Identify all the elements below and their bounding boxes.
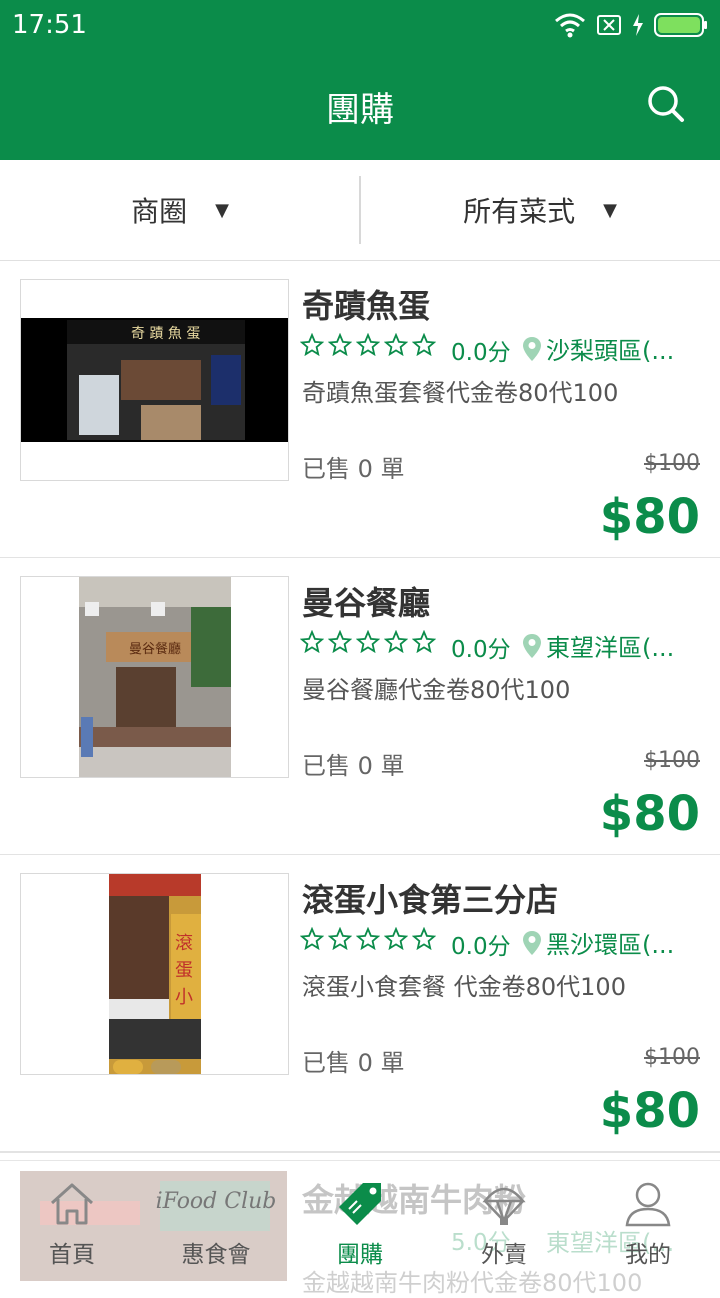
location-pin-icon: [523, 336, 541, 361]
home-icon: [50, 1183, 94, 1225]
deal-price: $80: [599, 786, 700, 842]
star-icon: [328, 927, 352, 951]
star-icon: [300, 630, 324, 654]
sold-count: 已售 0 單: [302, 455, 405, 483]
page-title: 團購: [326, 90, 394, 130]
no-sim-icon: [597, 15, 621, 35]
deal-card[interactable]: 滾 蛋 小 滾蛋小食第三分店 0.0分 黑沙環區(... 滾蛋小食套餐 代金卷8…: [0, 855, 720, 1153]
original-price: $100: [644, 748, 700, 773]
deal-name: 滾蛋小食第三分店: [302, 881, 559, 919]
status-bar: 17:51: [0, 0, 720, 50]
deal-district: 東望洋區(...: [546, 634, 675, 662]
delivery-icon: [482, 1187, 526, 1225]
star-icon: [356, 333, 380, 357]
deal-card[interactable]: 曼谷餐廳 曼谷餐廳 0.0分 東望洋區(... 曼谷餐廳代金卷80代100 已售…: [0, 558, 720, 856]
area-filter-label: 商圈: [131, 195, 188, 228]
deal-price: $80: [599, 1083, 700, 1139]
nav-label: 外賣: [481, 1242, 527, 1268]
area-filter-dropdown[interactable]: 商圈 ▼: [0, 160, 360, 260]
nav-home[interactable]: 首頁: [0, 1161, 144, 1281]
star-icon: [412, 927, 436, 951]
star-icon: [412, 333, 436, 357]
dropdown-arrow-icon: ▼: [603, 199, 617, 221]
deal-location: 東望洋區(...: [522, 628, 674, 663]
deal-image: 曼谷餐廳: [20, 576, 289, 778]
nav-delivery[interactable]: 外賣: [432, 1161, 576, 1281]
deal-name: 曼谷餐廳: [302, 584, 431, 622]
deal-location: 沙梨頭區(...: [522, 331, 674, 366]
star-icon: [328, 333, 352, 357]
deal-card[interactable]: 奇 蹟 魚 蛋 奇蹟魚蛋 0.0分 沙梨頭區(... 奇蹟魚蛋套餐代金卷80代1…: [0, 261, 720, 559]
deal-description: 曼谷餐廳代金卷80代100: [302, 676, 571, 704]
star-icon: [356, 630, 380, 654]
deal-district: 沙梨頭區(...: [546, 337, 675, 365]
svg-text:小: 小: [175, 987, 193, 1008]
svg-text:曼谷餐廳: 曼谷餐廳: [129, 641, 181, 657]
nav-profile[interactable]: 我的: [576, 1161, 720, 1281]
star-icon: [300, 927, 324, 951]
deal-district: 黑沙環區(...: [546, 931, 675, 959]
nav-label: 首頁: [49, 1242, 95, 1268]
original-price: $100: [644, 451, 700, 476]
wifi-icon: [555, 13, 585, 38]
star-icon: [384, 630, 408, 654]
location-pin-icon: [523, 930, 541, 955]
filter-bar: 商圈 ▼ 所有菜式 ▼: [0, 160, 720, 262]
search-button[interactable]: [646, 84, 686, 124]
nav-label: 惠食會: [181, 1242, 251, 1268]
user-icon: [625, 1182, 671, 1227]
nav-label: 我的: [625, 1242, 671, 1268]
battery-icon: [654, 13, 707, 37]
star-icon: [412, 630, 436, 654]
deal-description: 滾蛋小食套餐 代金卷80代100: [302, 973, 626, 1001]
search-icon: [648, 86, 684, 122]
nav-group-buy[interactable]: 團購: [288, 1161, 432, 1281]
bottom-nav: 金越越南牛肉粉 5.0分 東望洋區(... 金越越南牛肉粉代金卷80代100 首…: [0, 1160, 720, 1297]
deal-name: 奇蹟魚蛋: [302, 287, 431, 325]
deal-description: 奇蹟魚蛋套餐代金卷80代100: [302, 379, 619, 407]
svg-text:奇 蹟 魚 蛋: 奇 蹟 魚 蛋: [131, 325, 200, 342]
deal-image: 奇 蹟 魚 蛋: [20, 279, 289, 481]
rating-score: 0.0分: [451, 934, 511, 960]
star-icon: [300, 333, 324, 357]
rating-stars: [300, 333, 436, 357]
dropdown-arrow-icon: ▼: [215, 199, 229, 221]
ifood-club-logo: iFood Club: [155, 1189, 277, 1214]
rating-stars: [300, 927, 436, 951]
sold-count: 已售 0 單: [302, 752, 405, 780]
location-pin-icon: [523, 633, 541, 658]
nav-ifood-club[interactable]: iFood Club 惠食會: [144, 1161, 288, 1281]
star-icon: [356, 927, 380, 951]
sold-count: 已售 0 單: [302, 1049, 405, 1077]
app-bar: 團購: [0, 50, 720, 160]
deal-location: 黑沙環區(...: [522, 925, 674, 960]
original-price: $100: [644, 1045, 700, 1070]
cuisine-filter-label: 所有菜式: [463, 195, 576, 228]
svg-text:蛋: 蛋: [175, 960, 193, 981]
star-icon: [384, 927, 408, 951]
star-icon: [384, 333, 408, 357]
deal-price: $80: [599, 489, 700, 545]
cuisine-filter-dropdown[interactable]: 所有菜式 ▼: [360, 160, 720, 260]
nav-label: 團購: [337, 1242, 383, 1268]
star-icon: [328, 630, 352, 654]
rating-stars: [300, 630, 436, 654]
rating-score: 0.0分: [451, 340, 511, 366]
svg-text:滾: 滾: [175, 933, 193, 954]
tag-icon: [339, 1183, 381, 1225]
status-time: 17:51: [12, 10, 87, 40]
status-icons: [554, 10, 708, 40]
charging-icon: [633, 14, 643, 36]
rating-score: 0.0分: [451, 637, 511, 663]
deal-image: 滾 蛋 小: [20, 873, 289, 1075]
